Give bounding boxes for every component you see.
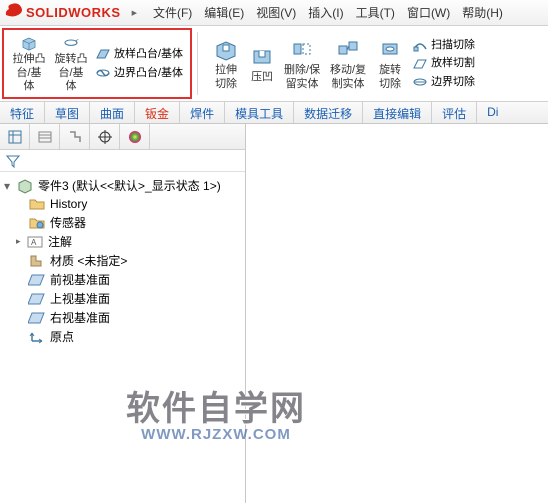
logo: SOLIDWORKS	[4, 1, 121, 24]
tree-top-plane[interactable]: 上视基准面	[4, 289, 245, 308]
property-icon	[37, 129, 53, 145]
delete-keep-icon	[289, 36, 315, 62]
expand-icon[interactable]: ▾	[4, 179, 16, 193]
config-icon	[67, 129, 83, 145]
menu-window[interactable]: 窗口(W)	[401, 4, 456, 21]
tree-right-plane[interactable]: 右视基准面	[4, 308, 245, 327]
delete-keep-button[interactable]: 删除/保留实体	[279, 34, 325, 92]
tree-material[interactable]: 材质 <未指定>	[4, 251, 245, 270]
graphics-area[interactable]: 软件自学网 WWW.RJZXW.COM	[246, 124, 548, 503]
sensor-icon	[28, 215, 46, 231]
plane-icon	[28, 272, 46, 288]
swept-cut-button[interactable]: 扫描切除	[409, 36, 478, 55]
plane-icon	[28, 310, 46, 326]
logo-text: SOLIDWORKS	[26, 5, 121, 20]
ribbon: 拉伸凸台/基体 旋转凸台/基体 放样凸台/基体 边界凸台/基体 拉伸切除 压凹	[0, 26, 548, 102]
indent-icon	[249, 43, 275, 69]
loft-cut-icon	[412, 56, 428, 72]
material-icon	[28, 253, 46, 269]
logo-ds-icon	[4, 1, 24, 24]
expand-icon[interactable]: ▸	[16, 236, 26, 247]
menu-insert[interactable]: 插入(I)	[302, 4, 349, 21]
tree-icon	[7, 129, 23, 145]
side-btn-display[interactable]	[120, 124, 150, 149]
tree-history[interactable]: History	[4, 195, 245, 213]
menu-edit[interactable]: 编辑(E)	[198, 4, 250, 21]
tab-surfaces[interactable]: 曲面	[90, 102, 135, 123]
side-btn-feature-tree[interactable]	[0, 124, 30, 149]
tree-front-plane[interactable]: 前视基准面	[4, 270, 245, 289]
part-icon	[16, 178, 34, 194]
menu-help[interactable]: 帮助(H)	[456, 4, 509, 21]
feature-manager: ▾ 零件3 (默认<<默认>_显示状态 1>) History 传感器 ▸ A …	[0, 124, 246, 503]
tabbar: 特征 草图 曲面 钣金 焊件 模具工具 数据迁移 直接编辑 评估 Di	[0, 102, 548, 124]
tab-direct[interactable]: 直接编辑	[363, 102, 432, 123]
boundary-cut-icon	[412, 74, 428, 90]
extrude-cut-icon	[213, 36, 239, 62]
loft-cut-button[interactable]: 放样切割	[409, 54, 478, 73]
sidebar-toolbar	[0, 124, 245, 150]
funnel-icon[interactable]	[6, 154, 20, 168]
feature-tree: ▾ 零件3 (默认<<默认>_显示状态 1>) History 传感器 ▸ A …	[0, 172, 245, 503]
move-copy-icon	[335, 36, 361, 62]
tab-mold[interactable]: 模具工具	[225, 102, 294, 123]
revolve-cut-button[interactable]: 旋转切除	[371, 34, 409, 92]
move-copy-button[interactable]: 移动/复制实体	[325, 34, 371, 92]
swept-cut-icon	[412, 37, 428, 53]
origin-icon	[28, 329, 46, 345]
menu-file[interactable]: 文件(F)	[147, 4, 198, 21]
menu-tools[interactable]: 工具(T)	[350, 4, 401, 21]
tab-data[interactable]: 数据迁移	[294, 102, 363, 123]
loft-boss-button[interactable]: 放样凸台/基体	[92, 45, 186, 64]
menubar: SOLIDWORKS ▶ 文件(F) 编辑(E) 视图(V) 插入(I) 工具(…	[0, 0, 548, 26]
tab-features[interactable]: 特征	[0, 102, 45, 123]
indent-button[interactable]: 压凹	[245, 41, 279, 86]
tab-sketch[interactable]: 草图	[45, 102, 90, 123]
boundary-boss-button[interactable]: 边界凸台/基体	[92, 64, 186, 83]
side-btn-config[interactable]	[60, 124, 90, 149]
boundary-boss-icon	[95, 65, 111, 81]
tab-evaluate[interactable]: 评估	[432, 102, 477, 123]
logo-dropdown-icon[interactable]: ▶	[132, 9, 137, 17]
tab-sheetmetal[interactable]: 钣金	[135, 102, 180, 123]
annotation-icon: A	[26, 234, 44, 250]
target-icon	[97, 129, 113, 145]
filter-row	[0, 150, 245, 172]
appearance-icon	[127, 129, 143, 145]
revolve-cut-icon	[377, 36, 403, 62]
workspace: ▾ 零件3 (默认<<默认>_显示状态 1>) History 传感器 ▸ A …	[0, 124, 548, 503]
tree-root[interactable]: ▾ 零件3 (默认<<默认>_显示状态 1>)	[4, 176, 245, 195]
loft-boss-icon	[95, 46, 111, 62]
menu-view[interactable]: 视图(V)	[250, 4, 302, 21]
svg-text:A: A	[31, 238, 37, 247]
tab-di[interactable]: Di	[477, 102, 508, 123]
extrude-boss-button[interactable]: 拉伸凸台/基体	[8, 32, 50, 95]
tree-sensors[interactable]: 传感器	[4, 213, 245, 232]
tab-weldments[interactable]: 焊件	[180, 102, 225, 123]
highlighted-group: 拉伸凸台/基体 旋转凸台/基体 放样凸台/基体 边界凸台/基体	[2, 28, 192, 99]
revolve-boss-button[interactable]: 旋转凸台/基体	[50, 32, 92, 95]
side-btn-dimxpert[interactable]	[90, 124, 120, 149]
revolve-boss-icon	[58, 34, 84, 51]
tree-annotations[interactable]: ▸ A 注解	[4, 232, 245, 251]
side-btn-property[interactable]	[30, 124, 60, 149]
extrude-cut-button[interactable]: 拉伸切除	[207, 34, 245, 92]
boundary-cut-button[interactable]: 边界切除	[409, 73, 478, 92]
extrude-boss-icon	[16, 34, 42, 51]
folder-icon	[28, 196, 46, 212]
tree-origin[interactable]: 原点	[4, 327, 245, 346]
plane-icon	[28, 291, 46, 307]
